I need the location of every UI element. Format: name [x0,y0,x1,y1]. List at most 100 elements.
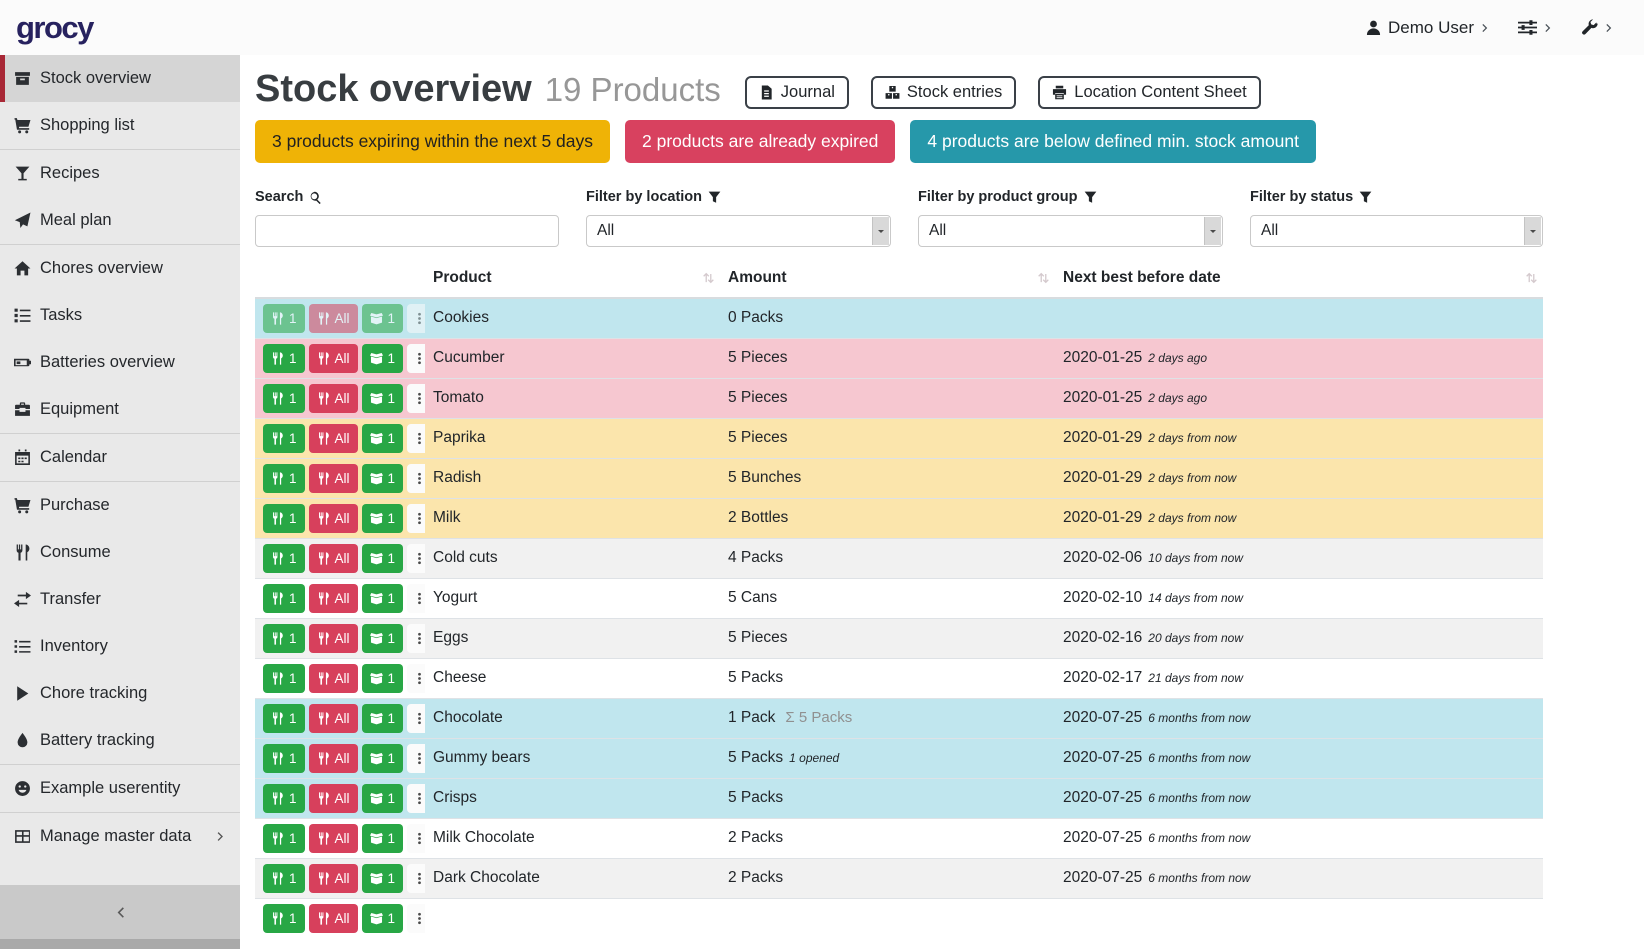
consume-all-button[interactable]: All [309,624,358,653]
open-one-button[interactable]: 1 [362,864,404,893]
row-menu-button[interactable] [407,864,425,893]
sidebar-item-battery-tracking[interactable]: Battery tracking [0,717,240,764]
row-menu-button[interactable] [407,624,425,653]
sort-icon[interactable] [1525,272,1538,285]
consume-one-button[interactable]: 1 [263,784,305,813]
app-logo[interactable]: grocy [16,10,93,46]
consume-all-button[interactable]: All [309,504,358,533]
consume-one-button[interactable]: 1 [263,864,305,893]
row-menu-button[interactable] [407,424,425,453]
search-input[interactable] [255,215,559,247]
open-one-button[interactable]: 1 [362,384,404,413]
consume-all-button[interactable]: All [309,304,358,333]
open-one-button[interactable]: 1 [362,544,404,573]
consume-one-button[interactable]: 1 [263,584,305,613]
product-column-header[interactable]: Product [425,259,720,298]
sidebar-item-stock-overview[interactable]: Stock overview [0,55,240,102]
consume-all-button[interactable]: All [309,744,358,773]
consume-one-button[interactable]: 1 [263,384,305,413]
row-menu-button[interactable] [407,824,425,853]
consume-all-button[interactable]: All [309,784,358,813]
sidebar-item-chore-tracking[interactable]: Chore tracking [0,670,240,717]
open-one-button[interactable]: 1 [362,744,404,773]
consume-one-button[interactable]: 1 [263,304,305,333]
row-menu-button[interactable] [407,464,425,493]
status-alert[interactable]: 2 products are already expired [625,120,895,163]
open-one-button[interactable]: 1 [362,304,404,333]
consume-all-button[interactable]: All [309,344,358,373]
sidebar-item-inventory[interactable]: Inventory [0,623,240,670]
open-one-button[interactable]: 1 [362,584,404,613]
consume-one-button[interactable]: 1 [263,504,305,533]
sidebar-item-example-userentity[interactable]: Example userentity [0,765,240,812]
sidebar-item-transfer[interactable]: Transfer [0,576,240,623]
open-one-button[interactable]: 1 [362,704,404,733]
row-menu-button[interactable] [407,784,425,813]
consume-one-button[interactable]: 1 [263,624,305,653]
consume-all-button[interactable]: All [309,904,358,933]
sidebar-item-meal-plan[interactable]: Meal plan [0,197,240,244]
status-alert[interactable]: 3 products expiring within the next 5 da… [255,120,610,163]
row-menu-button[interactable] [407,744,425,773]
consume-one-button[interactable]: 1 [263,704,305,733]
row-menu-button[interactable] [407,584,425,613]
location-select[interactable]: All [586,215,891,247]
consume-all-button[interactable]: All [309,424,358,453]
sidebar-item-manage-master-data[interactable]: Manage master data [0,813,240,860]
status-alert[interactable]: 4 products are below defined min. stock … [910,120,1316,163]
row-menu-button[interactable] [407,664,425,693]
consume-all-button[interactable]: All [309,464,358,493]
sidebar-item-chores-overview[interactable]: Chores overview [0,245,240,292]
row-menu-button[interactable] [407,704,425,733]
open-one-button[interactable]: 1 [362,664,404,693]
status-select[interactable]: All [1250,215,1543,247]
consume-all-button[interactable]: All [309,664,358,693]
consume-all-button[interactable]: All [309,864,358,893]
location-content-sheet-button[interactable]: Location Content Sheet [1038,76,1260,109]
consume-one-button[interactable]: 1 [263,464,305,493]
consume-all-button[interactable]: All [309,584,358,613]
consume-one-button[interactable]: 1 [263,344,305,373]
amount-column-header[interactable]: Amount [720,259,1055,298]
settings-menu[interactable] [1518,18,1553,37]
consume-all-button[interactable]: All [309,824,358,853]
open-one-button[interactable]: 1 [362,624,404,653]
sidebar-item-recipes[interactable]: Recipes [0,150,240,197]
open-one-button[interactable]: 1 [362,904,404,933]
row-menu-button[interactable] [407,384,425,413]
consume-one-button[interactable]: 1 [263,904,305,933]
consume-one-button[interactable]: 1 [263,424,305,453]
consume-one-button[interactable]: 1 [263,824,305,853]
sidebar-item-purchase[interactable]: Purchase [0,482,240,529]
row-menu-button[interactable] [407,504,425,533]
journal-button[interactable]: Journal [745,76,849,109]
row-menu-button[interactable] [407,544,425,573]
consume-one-button[interactable]: 1 [263,544,305,573]
sidebar-item-tasks[interactable]: Tasks [0,292,240,339]
row-menu-button[interactable] [407,304,425,333]
consume-one-button[interactable]: 1 [263,744,305,773]
consume-all-button[interactable]: All [309,704,358,733]
row-menu-button[interactable] [407,904,425,933]
consume-one-button[interactable]: 1 [263,664,305,693]
sidebar-collapse-button[interactable] [0,885,240,939]
sidebar-item-calendar[interactable]: Calendar [0,434,240,481]
open-one-button[interactable]: 1 [362,344,404,373]
open-one-button[interactable]: 1 [362,424,404,453]
sort-icon[interactable] [1037,272,1050,285]
stock-entries-button[interactable]: Stock entries [871,76,1016,109]
admin-menu[interactable] [1581,19,1614,36]
sidebar-item-equipment[interactable]: Equipment [0,386,240,433]
sidebar-item-shopping-list[interactable]: Shopping list [0,102,240,149]
open-one-button[interactable]: 1 [362,504,404,533]
user-menu[interactable]: Demo User [1365,18,1490,38]
row-menu-button[interactable] [407,344,425,373]
open-one-button[interactable]: 1 [362,464,404,493]
sidebar-item-consume[interactable]: Consume [0,529,240,576]
sidebar-item-batteries-overview[interactable]: Batteries overview [0,339,240,386]
consume-all-button[interactable]: All [309,384,358,413]
sort-icon[interactable] [702,272,715,285]
open-one-button[interactable]: 1 [362,784,404,813]
open-one-button[interactable]: 1 [362,824,404,853]
date-column-header[interactable]: Next best before date [1055,259,1543,298]
